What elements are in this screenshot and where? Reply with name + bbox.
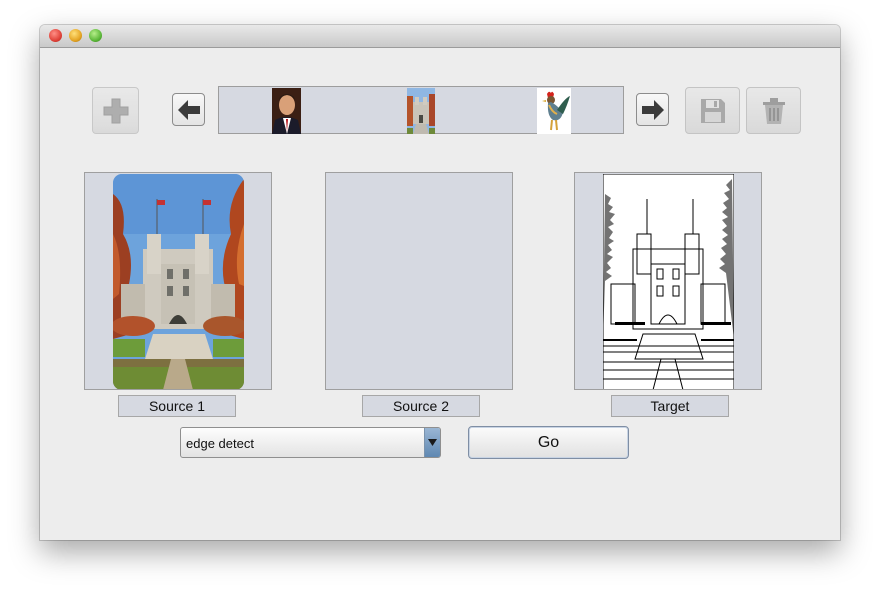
target-panel[interactable]: [574, 172, 762, 390]
minimize-window-button[interactable]: [69, 29, 82, 42]
title-bar[interactable]: [40, 25, 840, 48]
zoom-window-button[interactable]: [89, 29, 102, 42]
floppy-disk-icon: [700, 98, 725, 123]
thumbnail-portrait[interactable]: [272, 88, 301, 134]
source1-image: [113, 174, 244, 389]
target-image: [603, 174, 734, 389]
arrow-left-icon: [177, 99, 200, 120]
dropdown-arrow[interactable]: [424, 428, 440, 457]
operation-select-value: edge detect: [186, 436, 254, 451]
app-window: Source 1 Source 2 Target edge detect Go: [40, 25, 840, 540]
source2-caption: Source 2: [362, 395, 480, 417]
plus-icon: [103, 98, 128, 123]
chevron-down-icon: [428, 439, 437, 446]
source2-panel[interactable]: [325, 172, 513, 390]
delete-button[interactable]: [746, 87, 801, 134]
save-button[interactable]: [685, 87, 740, 134]
operation-select[interactable]: edge detect: [180, 427, 441, 458]
trash-can-icon: [762, 97, 785, 124]
close-window-button[interactable]: [49, 29, 62, 42]
thumbnail-building[interactable]: [407, 88, 435, 134]
target-caption: Target: [611, 395, 729, 417]
previous-button[interactable]: [172, 93, 205, 126]
next-button[interactable]: [636, 93, 669, 126]
add-image-button[interactable]: [92, 87, 139, 134]
source1-panel[interactable]: [84, 172, 272, 390]
arrow-right-icon: [641, 99, 664, 120]
thumbnail-rooster[interactable]: [537, 88, 571, 134]
source1-caption: Source 1: [118, 395, 236, 417]
thumbnail-strip[interactable]: [218, 86, 624, 134]
go-button[interactable]: Go: [468, 426, 629, 459]
